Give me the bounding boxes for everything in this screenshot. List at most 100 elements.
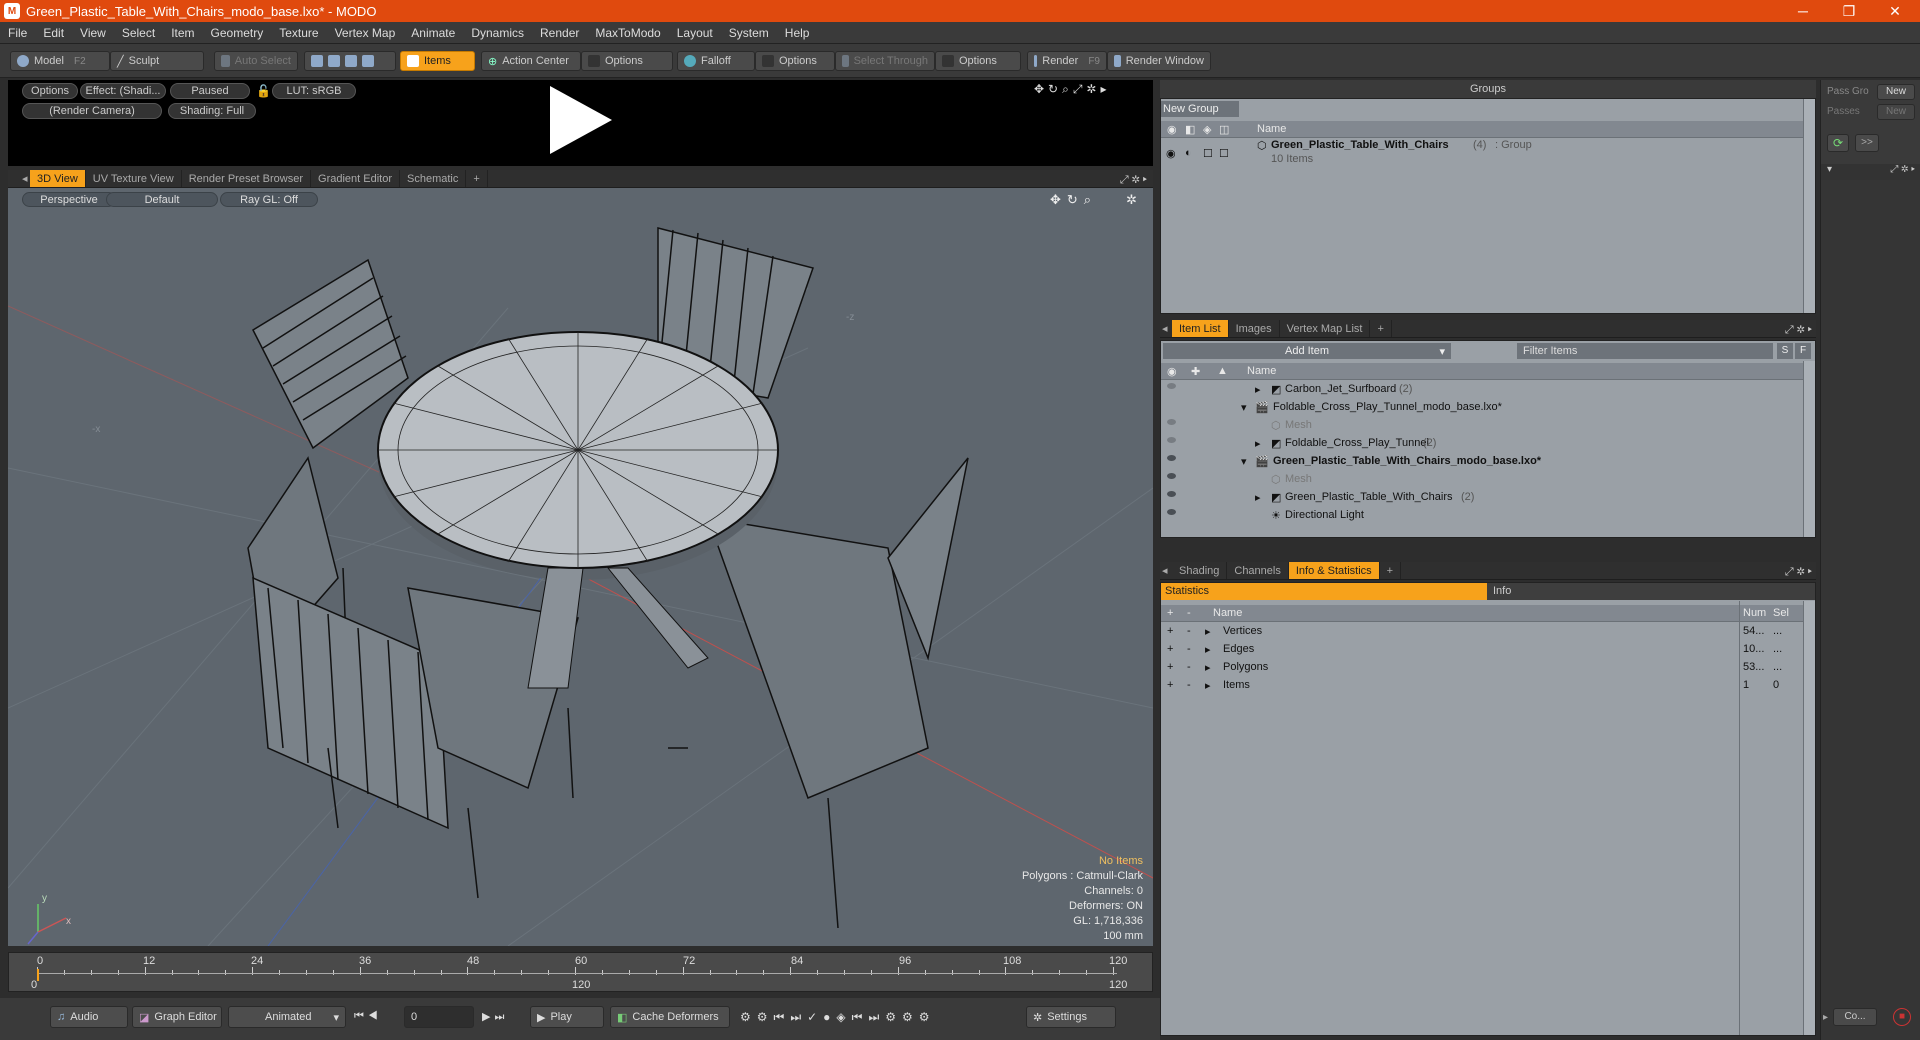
lock-icon[interactable]: ◐ [1185, 147, 1192, 159]
timeline-ruler[interactable]: 0 12 24 36 48 60 72 84 96 108 120 [37, 955, 1127, 975]
filter-items-input[interactable]: Filter Items [1517, 343, 1773, 359]
menu-help[interactable]: Help [777, 26, 818, 40]
menu-maxtomodo[interactable]: MaxToModo [587, 26, 668, 40]
maximize-button[interactable]: ❐ [1826, 0, 1872, 22]
expand-arrow-icon[interactable]: ▾ [1241, 455, 1247, 468]
collapse-minus-icon[interactable]: - [1187, 625, 1191, 637]
add-tab-button[interactable]: + [1370, 320, 1392, 337]
menu-animate[interactable]: Animate [403, 26, 463, 40]
expand-arrow-icon[interactable]: ▸ [1255, 437, 1261, 450]
frame-input[interactable]: 0 [404, 1006, 474, 1028]
menu-texture[interactable]: Texture [271, 26, 326, 40]
expand-arrow-icon[interactable]: ▸ [1205, 661, 1211, 674]
menu-view[interactable]: View [72, 26, 114, 40]
settings-button[interactable]: ✲ Settings [1026, 1006, 1116, 1028]
list-item[interactable]: ▾ 🎬 Green_Plastic_Table_With_Chairs_modo_b… [1161, 453, 1803, 471]
filter-s-button[interactable]: S [1777, 343, 1793, 359]
falloff-options[interactable]: Options [755, 51, 835, 71]
menu-vertex-map[interactable]: Vertex Map [327, 26, 404, 40]
new-group-button[interactable]: New Group [1161, 101, 1239, 117]
menu-geometry[interactable]: Geometry [203, 26, 272, 40]
menu-render[interactable]: Render [532, 26, 587, 40]
statistics-tab[interactable]: Statistics [1161, 583, 1487, 600]
menu-edit[interactable]: Edit [35, 26, 72, 40]
cache-deformers-button[interactable]: ◧ Cache Deformers [610, 1006, 730, 1028]
step-forward-icons[interactable]: ▶⏭ [482, 1010, 508, 1024]
tab-shading[interactable]: Shading [1172, 562, 1228, 579]
group-row[interactable]: ◉ ◐ ☐ ☐ ⬡ Green_Plastic_Table_With_Chair… [1161, 139, 1803, 169]
range-end[interactable]: 120 [1109, 979, 1127, 991]
menu-item[interactable]: Item [163, 26, 202, 40]
expand-arrow-icon[interactable]: ▸ [1205, 679, 1211, 692]
lut-dropdown[interactable]: LUT: sRGB [272, 83, 356, 99]
stats-row[interactable]: + - ▸ Items 1 0 [1161, 677, 1803, 695]
falloff-button[interactable]: Falloff [677, 51, 755, 71]
menu-file[interactable]: File [0, 26, 35, 40]
expand-arrow-icon[interactable]: ▸ [1255, 383, 1261, 396]
viewport-tab-settings-icons[interactable]: ⤢ ✲ ▸ [1120, 174, 1153, 187]
effect-dropdown[interactable]: Effect: (Shadi... [80, 83, 166, 99]
item-list-scrollbar[interactable] [1803, 361, 1815, 537]
menu-layout[interactable]: Layout [669, 26, 721, 40]
groups-scrollbar[interactable] [1803, 99, 1815, 313]
refresh-icon[interactable]: ⟳ [1827, 134, 1849, 152]
play-icon[interactable] [550, 86, 612, 154]
stop-icon[interactable]: ■ [1893, 1008, 1911, 1026]
expand-plus-icon[interactable]: + [1167, 625, 1173, 637]
select-through-button[interactable]: Select Through [835, 51, 935, 71]
list-item[interactable]: ☀ Directional Light [1161, 507, 1803, 525]
play-button[interactable]: ▶ Play [530, 1006, 604, 1028]
expand-arrow-icon[interactable]: ▸ [1255, 491, 1261, 504]
new-pass-button[interactable]: New [1877, 104, 1915, 120]
list-item[interactable]: ▸ ◩ Green_Plastic_Table_With_Chairs (2) [1161, 489, 1803, 507]
tab-collapse-icon[interactable]: ◂ [1160, 562, 1172, 579]
model-mode-button[interactable]: Model F2 [10, 51, 110, 71]
key-tool-icons[interactable]: ⚙⚙⏮⏭✓●◈⏮⏭⚙⚙⚙ [740, 1010, 936, 1025]
auto-select-button[interactable]: Auto Select [214, 51, 298, 71]
preview-options-button[interactable]: Options [22, 83, 78, 99]
minimize-button[interactable]: ─ [1780, 0, 1826, 22]
collapse-arrow-icon[interactable]: ▸ [1823, 1012, 1828, 1023]
render-window-button[interactable]: Render Window [1107, 51, 1211, 71]
visibility-eye-icon[interactable]: ◉ [1166, 147, 1176, 160]
new-pass-group-button[interactable]: New [1877, 84, 1915, 100]
tab-render-preset-browser[interactable]: Render Preset Browser [182, 170, 312, 187]
preview-nav-icons[interactable]: ✥↻⌕⤢✲▸ [1034, 82, 1111, 97]
add-tab-button[interactable]: + [466, 170, 488, 187]
render-button[interactable]: Render F9 [1027, 51, 1107, 71]
graph-editor-button[interactable]: ◪ Graph Editor [132, 1006, 222, 1028]
checkbox-icon[interactable]: ☐ [1219, 147, 1229, 160]
expand-arrow-icon[interactable]: ▸ [1205, 625, 1211, 638]
list-item[interactable]: ⬡ Mesh [1161, 471, 1803, 489]
list-item[interactable]: ▾ 🎬 Foldable_Cross_Play_Tunnel_modo_base.l… [1161, 399, 1803, 417]
expand-arrow-icon[interactable]: ▸ [1205, 643, 1211, 656]
panel-settings-icons[interactable]: ⤢ ✲ ▸ [1785, 566, 1816, 579]
camera-dropdown[interactable]: (Render Camera) [22, 103, 162, 119]
timeline[interactable]: 0 12 24 36 48 60 72 84 96 108 120 0 120 … [8, 952, 1153, 992]
stats-row[interactable]: + - ▸ Vertices 54...... [1161, 623, 1803, 641]
stats-row[interactable]: + - ▸ Edges 10...... [1161, 641, 1803, 659]
menu-select[interactable]: Select [114, 26, 163, 40]
tab-item-list[interactable]: Item List [1172, 320, 1229, 337]
edges-mode-icon[interactable] [328, 55, 340, 67]
stats-scrollbar[interactable] [1803, 601, 1815, 1035]
collapse-minus-icon[interactable]: - [1187, 661, 1191, 673]
expand-plus-icon[interactable]: + [1167, 643, 1173, 655]
select-through-options[interactable]: Options [935, 51, 1021, 71]
audio-button[interactable]: ♫ Audio [50, 1006, 128, 1028]
panel-settings-icons[interactable]: ⤢ ✲ ▸ [1890, 164, 1915, 175]
checkbox-icon[interactable]: ☐ [1203, 147, 1213, 160]
info-tab[interactable]: Info [1487, 583, 1815, 600]
tab-channels[interactable]: Channels [1227, 562, 1289, 579]
expand-plus-icon[interactable]: + [1167, 679, 1173, 691]
skip-back-icons[interactable]: ⏮◀ [354, 1010, 382, 1023]
action-center-options[interactable]: Options [581, 51, 673, 71]
sculpt-mode-button[interactable]: ╱ Sculpt [110, 51, 204, 71]
panel-settings-icons[interactable]: ⤢ ✲ ▸ [1785, 324, 1816, 337]
expand-button[interactable]: >> [1855, 134, 1879, 152]
tab-images[interactable]: Images [1229, 320, 1280, 337]
scene-render[interactable] [8, 188, 1153, 946]
shading-dropdown[interactable]: Shading: Full [168, 103, 256, 119]
tab-uv-texture-view[interactable]: UV Texture View [86, 170, 182, 187]
tab-3d-view[interactable]: 3D View [30, 170, 86, 187]
